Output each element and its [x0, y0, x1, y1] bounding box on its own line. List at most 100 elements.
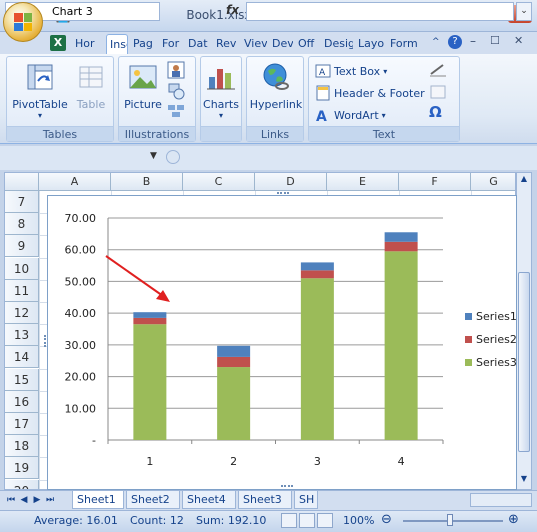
chart-resize-handle-left[interactable]	[44, 335, 48, 347]
zoom-in-icon[interactable]: ⊕	[508, 512, 519, 527]
x-tick-label: 2	[230, 455, 237, 468]
x-tick-label: 3	[314, 455, 321, 468]
annotation-arrow-line	[105, 255, 164, 297]
row-header-7[interactable]: 7	[5, 191, 39, 213]
status-count: Count: 12	[130, 514, 184, 527]
office-button[interactable]	[3, 2, 43, 42]
charts-button[interactable]: Charts ▾	[202, 61, 240, 120]
row-header-17[interactable]: 17	[5, 413, 39, 435]
formula-resize-handle[interactable]	[166, 150, 180, 164]
row-header-15[interactable]: 15	[5, 368, 39, 391]
zoom-out-icon[interactable]: ⊖	[381, 512, 392, 527]
office-logo-icon	[14, 13, 32, 31]
sheet-tab-sheet4[interactable]: Sheet4	[182, 491, 236, 509]
picture-button[interactable]: Picture	[121, 61, 165, 111]
sheet-nav-0-icon[interactable]: ⏮	[6, 494, 16, 506]
insert-function-button[interactable]: fx	[226, 3, 239, 17]
row-header-10[interactable]: 10	[5, 257, 39, 280]
header-footer-button[interactable]: Header & Footer	[315, 83, 425, 103]
tab-6[interactable]: Viev	[241, 34, 267, 54]
ribbon-restore-icon[interactable]: ☐	[490, 34, 500, 47]
sheet-tab-sh[interactable]: SH	[294, 491, 318, 509]
normal-view-button[interactable]	[281, 513, 297, 528]
table-button[interactable]: Table	[71, 61, 111, 111]
links-group: Hyperlink Links	[246, 56, 304, 142]
column-header-A[interactable]: A	[39, 173, 111, 191]
row-header-8[interactable]: 8	[5, 213, 39, 236]
help-icon[interactable]: ?	[448, 35, 462, 49]
legend-label-series2: Series2	[476, 333, 517, 346]
vertical-scroll-thumb[interactable]	[518, 272, 530, 452]
signature-line-icon[interactable]	[429, 62, 447, 78]
column-header-D[interactable]: D	[255, 173, 327, 191]
wordart-button[interactable]: A WordArt ▾	[315, 105, 386, 125]
object-icon[interactable]	[429, 84, 447, 100]
legend-label-series1: Series1	[476, 310, 517, 323]
sheet-nav-3-icon[interactable]: ⏭	[45, 494, 55, 506]
tab-11[interactable]: Form	[387, 34, 419, 54]
column-header-C[interactable]: C	[183, 173, 255, 191]
clipart-icon[interactable]	[167, 61, 185, 79]
tab-7[interactable]: Dev	[269, 34, 293, 54]
row-header-14[interactable]: 14	[5, 346, 39, 369]
row-header-16[interactable]: 16	[5, 390, 39, 413]
charts-group-label	[201, 126, 241, 141]
status-average: Average: 16.01	[34, 514, 118, 527]
row-header-12[interactable]: 12	[5, 302, 39, 324]
sheet-nav-2-icon[interactable]: ▶	[32, 494, 42, 506]
tab-1[interactable]: Inse	[106, 34, 128, 54]
tab-4[interactable]: Dat	[185, 34, 211, 54]
row-header-19[interactable]: 19	[5, 457, 39, 480]
zoom-slider[interactable]	[403, 520, 503, 522]
column-header-B[interactable]: B	[111, 173, 183, 191]
zoom-level[interactable]: 100%	[343, 514, 374, 527]
sheet-tab-sheet2[interactable]: Sheet2	[126, 491, 180, 509]
expand-formula-button[interactable]: ⌄	[516, 2, 532, 21]
row-header-20[interactable]: 20	[5, 479, 39, 489]
row-header-11[interactable]: 11	[5, 279, 39, 302]
formula-input[interactable]	[246, 2, 514, 21]
chart-resize-handle-top[interactable]	[277, 192, 289, 196]
column-header-F[interactable]: F	[399, 173, 471, 191]
excel-app-icon: X	[50, 35, 66, 51]
hyperlink-button[interactable]: Hyperlink	[249, 61, 303, 111]
zoom-slider-thumb[interactable]	[447, 514, 453, 526]
tab-5[interactable]: Rev	[213, 34, 239, 54]
tab-3[interactable]: For	[159, 34, 183, 54]
sheet-tab-sheet3[interactable]: Sheet3	[238, 491, 292, 509]
select-all-corner[interactable]	[5, 173, 39, 191]
tab-8[interactable]: Off	[295, 34, 319, 54]
tab-9[interactable]: Desig	[321, 34, 353, 54]
row-header-9[interactable]: 9	[5, 235, 39, 258]
bar-series3-4	[384, 251, 418, 440]
ribbon-minimize-icon[interactable]: –	[470, 34, 476, 48]
smartart-icon[interactable]	[167, 103, 185, 119]
bar-series2-1	[133, 317, 167, 325]
pivottable-button[interactable]: PivotTable ▾	[11, 61, 69, 120]
tab-0[interactable]: Hor	[72, 34, 104, 54]
column-header-G[interactable]: G	[471, 173, 515, 191]
horizontal-scrollbar[interactable]	[470, 493, 532, 507]
chevron-up-icon[interactable]: ^	[432, 37, 440, 47]
chart-object[interactable]: - 10.00 20.00 30.00 40.00 50.00 60.00 70.00 1 2 3 4…	[47, 195, 517, 490]
row-header-13[interactable]: 13	[5, 324, 39, 347]
page-layout-view-button[interactable]	[299, 513, 315, 528]
symbol-button[interactable]: Ω	[429, 103, 442, 121]
tab-2[interactable]: Pag	[130, 34, 157, 54]
sheet-tab-sheet1[interactable]: Sheet1	[72, 491, 124, 509]
page-break-view-button[interactable]	[317, 513, 333, 528]
sheet-nav-1-icon[interactable]: ◀	[19, 494, 29, 506]
textbox-icon: A	[315, 64, 331, 78]
textbox-button[interactable]: A Text Box ▾	[315, 61, 387, 81]
scroll-up-icon[interactable]: ▲	[518, 174, 530, 188]
pivottable-icon	[27, 64, 53, 90]
chart-resize-handle-bottom[interactable]	[281, 485, 293, 489]
tab-10[interactable]: Layo	[355, 34, 385, 54]
shapes-icon[interactable]	[167, 82, 185, 100]
ribbon-close-icon[interactable]: ✕	[514, 34, 523, 47]
scroll-down-icon[interactable]: ▼	[518, 474, 530, 488]
chevron-down-icon[interactable]: ▼	[150, 151, 157, 161]
column-header-E[interactable]: E	[327, 173, 399, 191]
legend-swatch-series3	[465, 359, 472, 366]
row-header-18[interactable]: 18	[5, 435, 39, 458]
